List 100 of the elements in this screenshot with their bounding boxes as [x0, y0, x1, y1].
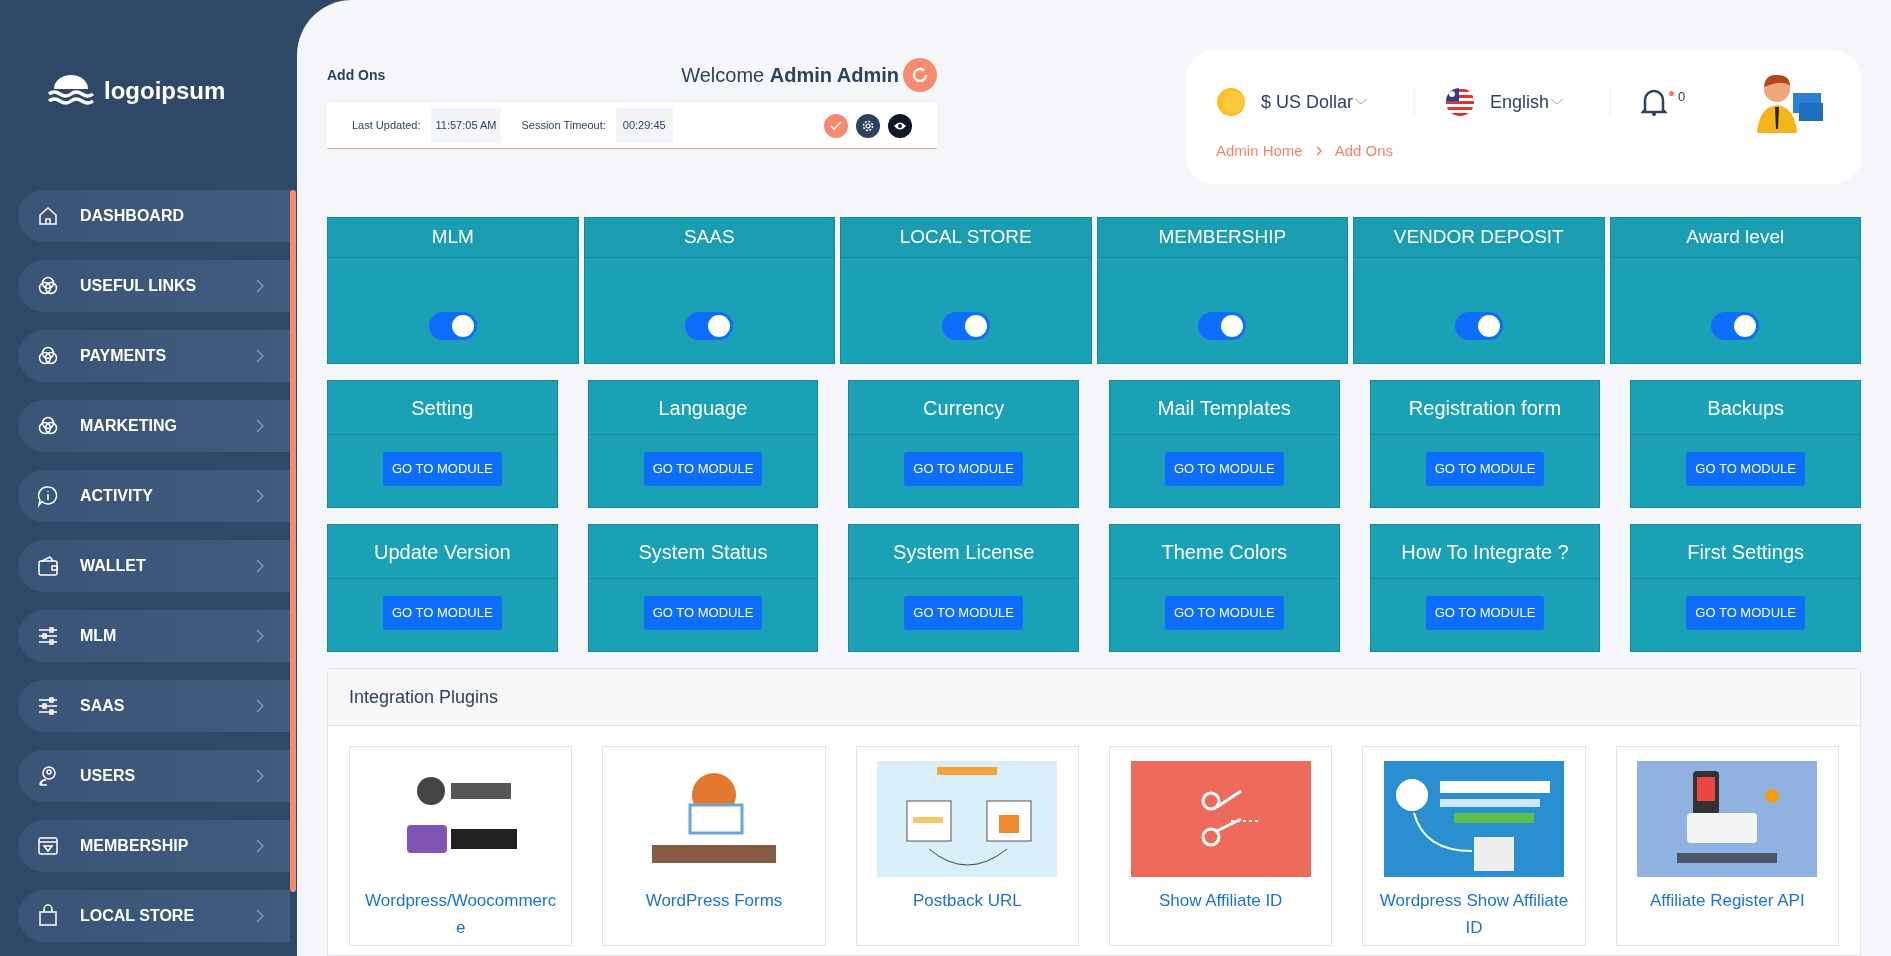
breadcrumb-link[interactable]: Admin Home — [1216, 140, 1303, 163]
plugin-link[interactable]: Wordpress/Woocommerce — [350, 887, 572, 941]
card-title: Mail Templates — [1157, 395, 1291, 421]
sidebar-item[interactable]: USERS — [18, 750, 290, 802]
module-button[interactable]: GO TO MODULE — [383, 596, 502, 630]
view-button[interactable] — [888, 113, 912, 138]
card-title: Award level — [1686, 225, 1785, 250]
toggle-switch[interactable] — [428, 311, 477, 340]
logo-icon — [46, 75, 96, 107]
info-icon — [36, 484, 60, 508]
sidebar-item[interactable]: WALLET — [18, 540, 290, 592]
toggle-switch[interactable] — [941, 311, 990, 340]
card-title: MEMBERSHIP — [1158, 225, 1287, 250]
chevron-icon — [256, 559, 264, 573]
card-title: First Settings — [1687, 539, 1804, 565]
card-title: How To Integrate ? — [1401, 539, 1569, 565]
module-button[interactable]: GO TO MODULE — [643, 452, 763, 486]
card-title: Theme Colors — [1161, 539, 1288, 565]
module-button[interactable]: GO TO MODULE — [904, 452, 1023, 486]
plugin-card[interactable]: Wordpress Show Affiliate ID — [1362, 746, 1586, 946]
plugin-link[interactable]: Show Affiliate ID — [1146, 887, 1295, 914]
sidebar-item[interactable]: DASHBOARD — [18, 190, 290, 242]
module-button[interactable]: GO TO MODULE — [1425, 596, 1545, 630]
card-title: Backups — [1707, 395, 1784, 421]
eye-icon — [893, 120, 907, 131]
sidebar-item[interactable]: MEMBERSHIP — [18, 820, 290, 872]
language-dropdown[interactable]: English — [1490, 88, 1566, 116]
sidebar-item[interactable]: LOCAL STORE — [18, 890, 290, 942]
settings-button[interactable] — [856, 113, 880, 138]
scrollbar[interactable] — [290, 190, 296, 892]
dot-icon — [1669, 91, 1675, 96]
plugin-link[interactable]: Affiliate Register API — [1638, 887, 1817, 914]
panel-title: Integration Plugins — [349, 685, 499, 709]
module-button[interactable]: GO TO MODULE — [1425, 452, 1545, 486]
card-title: System Status — [638, 539, 768, 565]
notification-button[interactable]: 0 — [1641, 87, 1686, 117]
toggle-switch[interactable] — [685, 311, 734, 340]
card-title: System License — [893, 539, 1035, 565]
value-field: 11:57:05 AM — [430, 108, 502, 143]
chevron-icon — [256, 699, 264, 713]
sidebar-item[interactable]: ACTIVITY — [18, 470, 290, 522]
card-title: Update Version — [373, 539, 511, 565]
currency-dropdown[interactable]: $ US Dollar — [1261, 88, 1370, 116]
chevron-icon — [256, 419, 264, 433]
card-title: SAAS — [683, 225, 735, 250]
chevron-icon — [256, 629, 264, 643]
plugin-card[interactable]: WordPress Forms — [602, 746, 826, 946]
label: Last Updated: — [352, 118, 421, 134]
refresh-icon — [911, 66, 929, 84]
chevron-icon — [256, 489, 264, 503]
sliders-icon — [36, 694, 60, 718]
card-title: Currency — [923, 395, 1005, 421]
card-title: Language — [658, 395, 748, 421]
plugin-card[interactable]: Postback URL — [855, 746, 1079, 946]
sidebar-item[interactable]: MARKETING — [18, 400, 290, 452]
chevron-icon — [256, 839, 264, 853]
chevron-icon — [256, 909, 264, 923]
module-button[interactable]: GO TO MODULE — [383, 452, 502, 486]
home-icon — [36, 204, 60, 228]
module-button[interactable]: GO TO MODULE — [1165, 452, 1284, 486]
sidebar-item[interactable]: PAYMENTS — [18, 330, 290, 382]
plugin-link[interactable]: WordPress Forms — [633, 887, 795, 914]
sidebar-item[interactable]: USEFUL LINKS — [18, 260, 290, 312]
plugin-link[interactable]: Postback URL — [901, 887, 1034, 914]
chevron-icon — [1353, 97, 1370, 107]
plugin-card[interactable]: Affiliate Register API — [1615, 746, 1839, 946]
sidebar-item[interactable]: MLM — [18, 610, 290, 662]
label: Session Timeout: — [521, 118, 606, 134]
card-title: Setting — [411, 395, 474, 421]
toggle-switch[interactable] — [1198, 311, 1247, 340]
sidebar-item[interactable]: SAAS — [18, 680, 290, 732]
chevron-icon — [1549, 97, 1566, 107]
module-button[interactable]: GO TO MODULE — [1165, 596, 1284, 630]
page-title: Add Ons — [327, 65, 386, 85]
toggle-switch[interactable] — [1711, 311, 1760, 340]
card-title: LOCAL STORE — [899, 225, 1032, 250]
chevron-icon — [256, 349, 264, 363]
module-button[interactable]: GO TO MODULE — [1686, 596, 1805, 630]
coin-icon — [1216, 87, 1246, 117]
wallet-icon — [36, 554, 60, 578]
module-button[interactable]: GO TO MODULE — [904, 596, 1023, 630]
module-button[interactable]: GO TO MODULE — [643, 596, 763, 630]
sliders-icon — [36, 624, 60, 648]
plugin-card[interactable]: Show Affiliate ID — [1109, 746, 1333, 946]
welcome-text: Welcome Admin Admin — [681, 63, 899, 88]
card-title: Registration form — [1408, 395, 1562, 421]
refresh-button[interactable] — [903, 58, 937, 92]
bag-icon — [36, 904, 60, 928]
breadcrumb-link[interactable]: Add Ons — [1334, 140, 1394, 163]
card-title: VENDOR DEPOSIT — [1393, 225, 1564, 250]
chevron-icon — [1314, 145, 1323, 158]
check-button[interactable] — [824, 113, 848, 138]
card-title: MLM — [431, 225, 474, 250]
logo-text: logoipsum — [104, 76, 226, 106]
settings-icon — [861, 118, 875, 133]
flag-icon — [1445, 87, 1476, 117]
toggle-switch[interactable] — [1454, 311, 1503, 340]
plugin-link[interactable]: Wordpress Show Affiliate ID — [1363, 887, 1585, 941]
module-button[interactable]: GO TO MODULE — [1686, 452, 1805, 486]
plugin-card[interactable]: Wordpress/Woocommerce — [349, 746, 573, 946]
